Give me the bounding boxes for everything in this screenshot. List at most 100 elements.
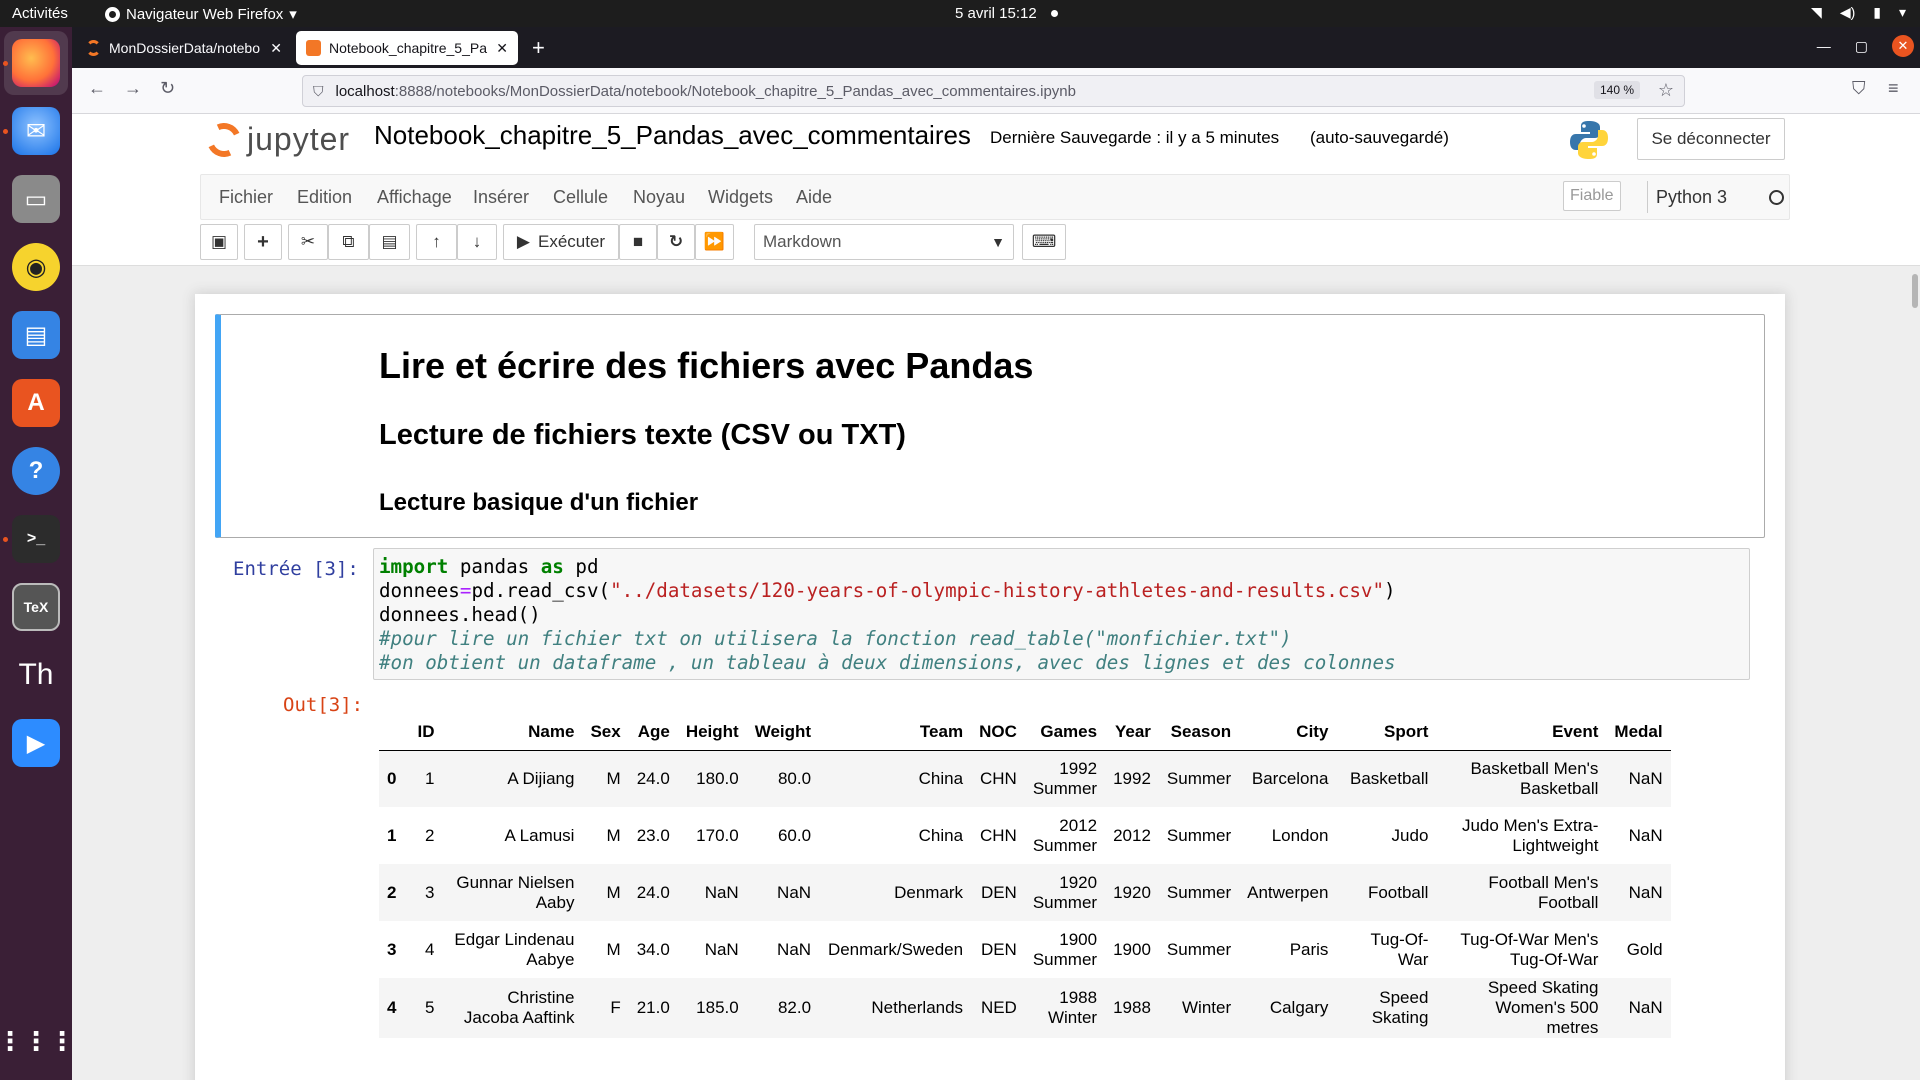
paste-button[interactable]: ▤ <box>369 224 410 260</box>
column-header: Age <box>628 714 678 751</box>
writer-icon[interactable]: ▤ <box>12 311 60 359</box>
table-cell: Barcelona <box>1251 768 1329 788</box>
fast-forward-icon: ⏩ <box>703 232 726 251</box>
table-cell: 1 <box>425 768 435 788</box>
menu-affichage[interactable]: Affichage <box>377 187 452 208</box>
table-cell: DEN <box>980 939 1017 959</box>
window-close-button[interactable]: ✕ <box>1892 35 1914 57</box>
play-icon: ▶ <box>516 232 530 251</box>
show-apps-icon[interactable]: ⋮⋮⋮ <box>0 1017 75 1065</box>
hamburger-menu-icon[interactable]: ≡ <box>1888 78 1899 99</box>
table-cell: 34.0 <box>636 939 670 959</box>
table-row: 3 4 Edgar Lindenau Aabye M 34.0 NaN NaN Denmark… <box>379 921 1671 978</box>
pocket-icon[interactable]: ⛉ <box>1852 78 1866 99</box>
command-palette-button[interactable]: ⌨ <box>1022 224 1066 260</box>
new-tab-button[interactable]: + <box>532 35 545 61</box>
forward-icon[interactable]: → <box>124 78 142 99</box>
firefox-icon[interactable] <box>12 39 60 87</box>
reload-icon[interactable]: ↻ <box>160 78 175 99</box>
menu-widgets[interactable]: Widgets <box>708 187 773 208</box>
tab-mondossierdata[interactable]: MonDossierData/notebo ✕ <box>76 31 292 65</box>
terminal-icon[interactable]: >_ <box>12 515 60 563</box>
zoom-icon[interactable]: ▶ <box>12 719 60 767</box>
table-cell: NaN <box>777 882 812 902</box>
back-icon[interactable]: ← <box>88 78 106 99</box>
zoom-level-badge[interactable]: 140 % <box>1593 81 1640 99</box>
url-path: :8888/notebooks/MonDossierData/notebook/… <box>394 82 1076 100</box>
window-controls: — ▢ ✕ <box>1817 35 1920 57</box>
maximize-icon[interactable]: ▢ <box>1855 38 1868 55</box>
table-row: 1 2 A Lamusi M 23.0 170.0 60.0 China CHN 2012 Sum… <box>379 807 1671 864</box>
copy-button[interactable]: ⧉ <box>328 224 369 260</box>
stop-icon: ■ <box>632 232 644 251</box>
heading-2: Lecture de fichiers texte (CSV ou TXT) <box>379 419 906 451</box>
table-cell: 180.0 <box>696 768 739 788</box>
table-cell: Paris <box>1289 939 1329 959</box>
close-icon[interactable]: ✕ <box>496 40 508 57</box>
thunderbird-icon[interactable]: ✉ <box>12 107 60 155</box>
notebook-area: Lire et écrire des fichiers avec Pandas … <box>72 266 1920 1080</box>
save-button[interactable]: ▣ <box>200 224 238 260</box>
menu-inserer[interactable]: Insérer <box>473 187 529 208</box>
clock[interactable]: 5 avril 15:12 <box>955 5 1058 22</box>
table-cell: Summer <box>1166 939 1232 959</box>
jupyter-logo[interactable]: jupyter <box>202 117 350 162</box>
heading-1: Lire et écrire des fichiers avec Pandas <box>379 345 1034 386</box>
scrollbar[interactable] <box>1912 274 1918 308</box>
logout-button[interactable]: Se déconnecter <box>1637 118 1785 160</box>
menu-aide[interactable]: Aide <box>796 187 832 208</box>
volume-icon: ◀) <box>1839 4 1856 20</box>
table-cell: 2012 Summer <box>1032 815 1098 855</box>
url-bar[interactable]: ⛉ localhost :8888/notebooks/MonDossierDa… <box>302 75 1685 107</box>
restart-run-all-button[interactable]: ⏩ <box>695 224 734 260</box>
notebook-title[interactable]: Notebook_chapitre_5_Pandas_avec_commenta… <box>374 120 971 151</box>
cell-type-select[interactable]: Markdown ▼ <box>754 224 1014 260</box>
texmaker-icon[interactable]: TeX <box>12 583 60 631</box>
typography-icon[interactable]: Th <box>12 651 60 699</box>
code-cell-editor[interactable]: import pandas as pd donnees=pd.read_csv(… <box>373 548 1750 680</box>
code-text: pd.read_csv( <box>471 579 611 602</box>
arrow-down-icon: ↓ <box>472 232 482 251</box>
code-text: pandas <box>448 555 541 578</box>
insert-cell-button[interactable]: + <box>244 224 282 260</box>
software-center-icon[interactable]: A <box>12 379 60 427</box>
menu-noyau[interactable]: Noyau <box>633 187 685 208</box>
interrupt-button[interactable]: ■ <box>619 224 657 260</box>
activities-button[interactable]: Activités <box>12 5 68 22</box>
table-cell: 1992 Summer <box>1032 758 1098 798</box>
trusted-indicator[interactable]: Fiable <box>1563 181 1621 211</box>
minimize-icon[interactable]: — <box>1817 38 1831 54</box>
menu-cellule[interactable]: Cellule <box>553 187 608 208</box>
firefox-small-icon <box>105 6 120 22</box>
notebook-page: Lire et écrire des fichiers avec Pandas … <box>195 294 1785 1080</box>
menu-edition[interactable]: Edition <box>297 187 352 208</box>
rhythmbox-icon[interactable]: ◉ <box>12 243 60 291</box>
tab-notebook-chapitre-5[interactable]: Notebook_chapitre_5_Pa ✕ <box>296 31 518 65</box>
chevron-down-icon: ▾ <box>1898 4 1906 20</box>
run-button[interactable]: ▶ Exécuter <box>503 224 619 260</box>
menu-fichier[interactable]: Fichier <box>219 187 273 208</box>
autosave-status: (auto-sauvegardé) <box>1310 128 1449 147</box>
kernel-name[interactable]: Python 3 <box>1656 187 1727 208</box>
bookmark-star-icon[interactable]: ☆ <box>1658 80 1674 101</box>
markdown-cell[interactable]: Lire et écrire des fichiers avec Pandas … <box>215 314 1765 538</box>
move-down-button[interactable]: ↓ <box>457 224 497 260</box>
help-icon[interactable]: ? <box>12 447 60 495</box>
shield-icon[interactable]: ⛉ <box>313 83 324 100</box>
restart-button[interactable]: ↻ <box>657 224 695 260</box>
files-icon[interactable]: ▭ <box>12 175 60 223</box>
app-menu-label: Navigateur Web Firefox <box>126 5 284 23</box>
app-menu[interactable]: Navigateur Web Firefox ▾ <box>105 5 297 23</box>
code-text: pd <box>563 555 599 578</box>
table-cell: NaN <box>704 882 739 902</box>
running-indicator <box>3 129 8 134</box>
cut-button[interactable]: ✂ <box>288 224 328 260</box>
close-icon[interactable]: ✕ <box>270 40 282 57</box>
table-cell: Edgar Lindenau Aabye <box>454 929 575 969</box>
table-cell: CHN <box>980 825 1017 845</box>
move-up-button[interactable]: ↑ <box>416 224 457 260</box>
code-comment: #on obtient un dataframe , un tableau à … <box>379 651 1396 674</box>
column-header: Games <box>1024 714 1106 751</box>
table-cell: Football Men's Football <box>1488 872 1599 912</box>
system-tray[interactable]: ◥ ◀) ▮ ▾ <box>1811 4 1906 21</box>
